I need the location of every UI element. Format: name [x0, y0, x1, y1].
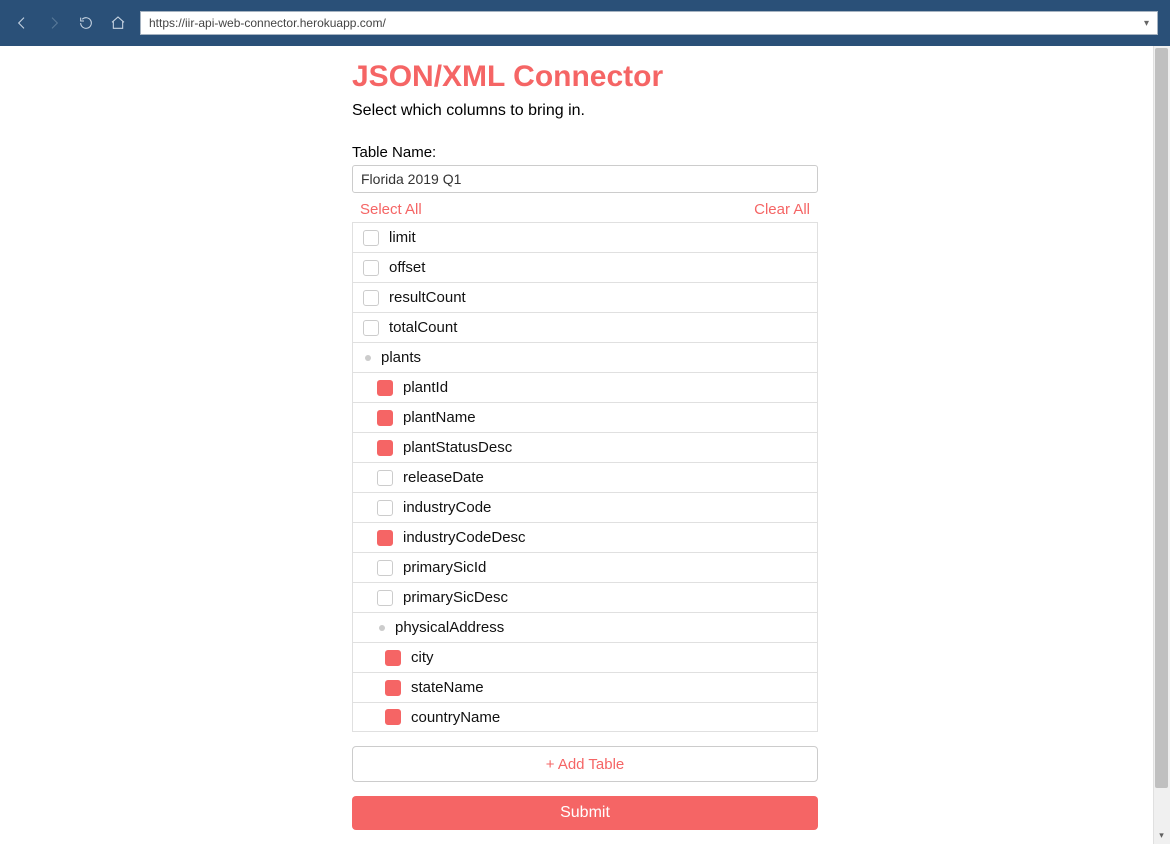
- checkbox[interactable]: [363, 290, 379, 306]
- checkbox[interactable]: [377, 380, 393, 396]
- chevron-down-icon[interactable]: ▾: [1144, 18, 1149, 29]
- submit-button[interactable]: Submit: [352, 796, 818, 830]
- tree-row: plantId: [352, 372, 818, 402]
- browser-toolbar: https://iir-api-web-connector.herokuapp.…: [0, 0, 1170, 46]
- group-bullet-icon: [379, 625, 385, 631]
- tree-item-label: industryCodeDesc: [403, 529, 526, 546]
- tree-item-label: resultCount: [389, 289, 466, 306]
- tree-item-label: plantStatusDesc: [403, 439, 512, 456]
- checkbox[interactable]: [377, 410, 393, 426]
- links-row: Select All Clear All: [352, 201, 818, 218]
- select-all-link[interactable]: Select All: [360, 201, 422, 218]
- tree-row: primarySicDesc: [352, 582, 818, 612]
- add-table-label: + Add Table: [546, 756, 625, 773]
- tree-item-label: offset: [389, 259, 425, 276]
- tree-item-label: plantName: [403, 409, 476, 426]
- column-tree: limit offset resultCount totalCount plants pl…: [352, 222, 818, 732]
- tree-item-label: physicalAddress: [395, 619, 504, 636]
- group-bullet-icon: [365, 355, 371, 361]
- address-bar[interactable]: https://iir-api-web-connector.herokuapp.…: [140, 11, 1158, 35]
- tree-row: limit: [352, 222, 818, 252]
- checkbox[interactable]: [363, 230, 379, 246]
- add-table-button[interactable]: + Add Table: [352, 746, 818, 782]
- tree-row: plantStatusDesc: [352, 432, 818, 462]
- page-content: JSON/XML Connector Select which columns …: [352, 46, 818, 844]
- tree-row: physicalAddress: [352, 612, 818, 642]
- tree-row: industryCodeDesc: [352, 522, 818, 552]
- tree-row: resultCount: [352, 282, 818, 312]
- checkbox[interactable]: [385, 709, 401, 725]
- checkbox[interactable]: [377, 560, 393, 576]
- page-title: JSON/XML Connector: [352, 60, 818, 94]
- checkbox[interactable]: [385, 680, 401, 696]
- tree-item-label: industryCode: [403, 499, 491, 516]
- checkbox[interactable]: [363, 260, 379, 276]
- scrollbar[interactable]: ▾: [1153, 46, 1170, 844]
- tree-item-label: city: [411, 649, 434, 666]
- url-text: https://iir-api-web-connector.herokuapp.…: [149, 16, 1144, 30]
- tree-item-label: countryName: [411, 709, 500, 726]
- viewport: JSON/XML Connector Select which columns …: [0, 46, 1170, 844]
- tree-row: totalCount: [352, 312, 818, 342]
- table-name-label: Table Name:: [352, 144, 818, 161]
- tree-row: industryCode: [352, 492, 818, 522]
- tree-item-label: primarySicDesc: [403, 589, 508, 606]
- tree-row: stateName: [352, 672, 818, 702]
- tree-item-label: releaseDate: [403, 469, 484, 486]
- tree-item-label: plantId: [403, 379, 448, 396]
- checkbox[interactable]: [377, 470, 393, 486]
- forward-icon: [44, 13, 64, 33]
- table-name-input[interactable]: [352, 165, 818, 193]
- tree-row: city: [352, 642, 818, 672]
- tree-row: plants: [352, 342, 818, 372]
- checkbox[interactable]: [363, 320, 379, 336]
- tree-row: plantName: [352, 402, 818, 432]
- scroll-down-icon[interactable]: ▾: [1153, 827, 1170, 844]
- tree-item-label: limit: [389, 229, 416, 246]
- page-subtitle: Select which columns to bring in.: [352, 102, 818, 120]
- submit-label: Submit: [560, 804, 610, 822]
- checkbox[interactable]: [377, 590, 393, 606]
- checkbox[interactable]: [377, 500, 393, 516]
- tree-row: offset: [352, 252, 818, 282]
- clear-all-link[interactable]: Clear All: [754, 201, 810, 218]
- back-icon[interactable]: [12, 13, 32, 33]
- scrollbar-thumb[interactable]: [1155, 48, 1168, 788]
- checkbox[interactable]: [385, 650, 401, 666]
- tree-row: countryName: [352, 702, 818, 732]
- checkbox[interactable]: [377, 440, 393, 456]
- checkbox[interactable]: [377, 530, 393, 546]
- tree-row: primarySicId: [352, 552, 818, 582]
- home-icon[interactable]: [108, 13, 128, 33]
- tree-item-label: stateName: [411, 679, 484, 696]
- tree-item-label: primarySicId: [403, 559, 486, 576]
- tree-item-label: plants: [381, 349, 421, 366]
- tree-item-label: totalCount: [389, 319, 457, 336]
- tree-row: releaseDate: [352, 462, 818, 492]
- refresh-icon[interactable]: [76, 13, 96, 33]
